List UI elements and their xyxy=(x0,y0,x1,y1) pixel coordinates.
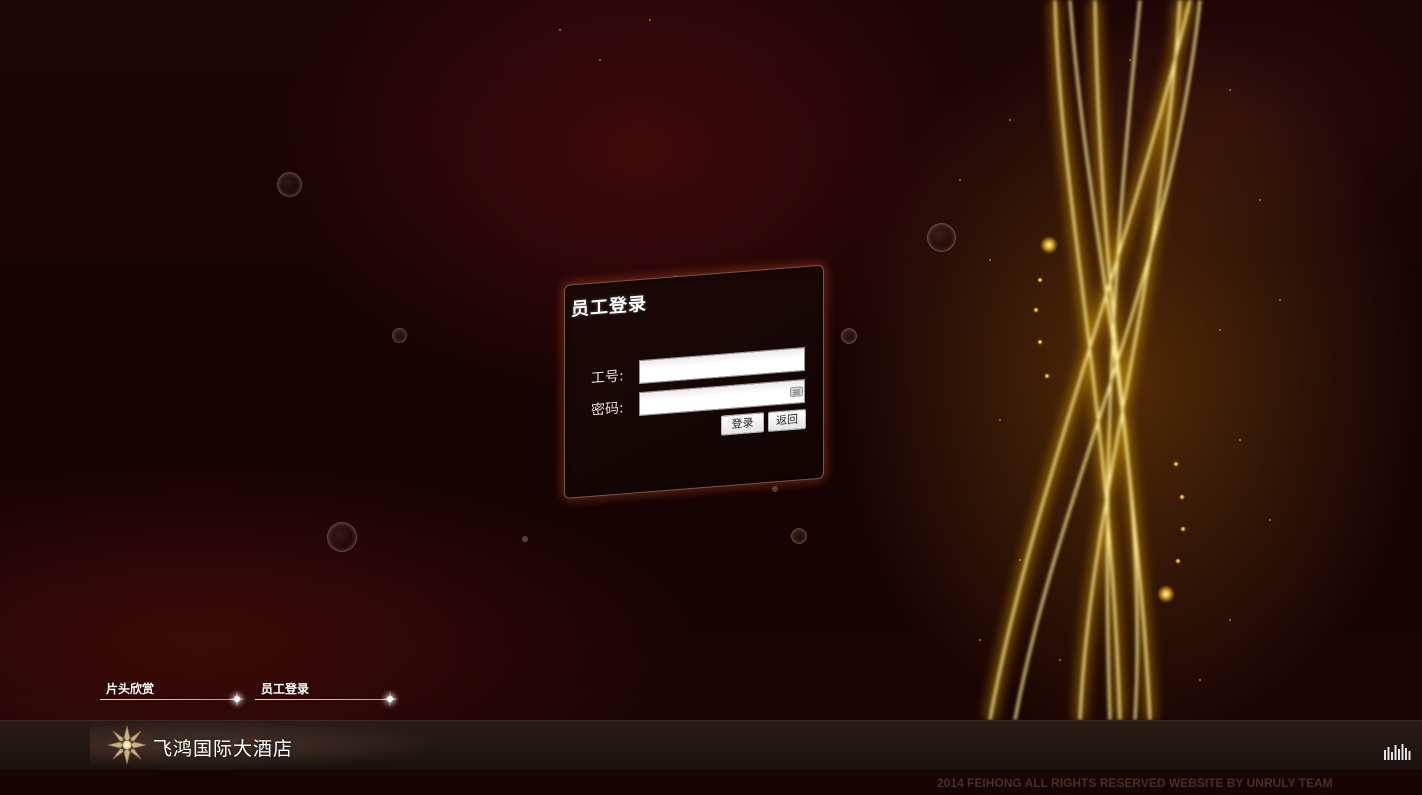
brand-name: 飞鸿国际大酒店 xyxy=(153,738,294,760)
decorative-bubble xyxy=(393,329,406,342)
decorative-bubble xyxy=(928,224,955,251)
nav-item-intro-video[interactable]: 片头欣赏 xyxy=(106,680,154,697)
sparkle-icon xyxy=(382,691,398,707)
password-label: 密码: xyxy=(591,400,624,419)
equalizer-bars-icon[interactable] xyxy=(1384,742,1412,760)
copyright-text: 2014 FEIHONG ALL RIGHTS RESERVED WEBSITE… xyxy=(937,776,1333,790)
decorative-bubble xyxy=(842,329,856,343)
snowflake-emblem-icon xyxy=(107,725,147,765)
back-button[interactable]: 返回 xyxy=(768,408,806,432)
employee-id-input[interactable] xyxy=(639,347,805,385)
nav-item-staff-login[interactable]: 员工登录 xyxy=(261,680,309,697)
decorative-bubble xyxy=(773,487,777,491)
sparkle-icon xyxy=(229,691,245,707)
login-panel: 员工登录 工号: 密码: 登录 返回 xyxy=(564,264,824,499)
decorative-bubble xyxy=(278,173,301,196)
decorative-bubble xyxy=(328,523,356,551)
decorative-bubble xyxy=(523,537,527,541)
login-title: 员工登录 xyxy=(571,293,647,321)
page-background: 员工登录 工号: 密码: 登录 返回 片头欣赏 员工登录 飞鸿国际大酒店 201… xyxy=(0,0,1422,795)
employee-id-label: 工号: xyxy=(591,368,624,387)
login-button[interactable]: 登录 xyxy=(721,412,764,436)
nav-underline xyxy=(100,699,240,700)
decorative-bubble xyxy=(792,529,806,543)
nav-underline xyxy=(255,699,395,700)
virtual-keyboard-icon[interactable] xyxy=(790,386,803,398)
